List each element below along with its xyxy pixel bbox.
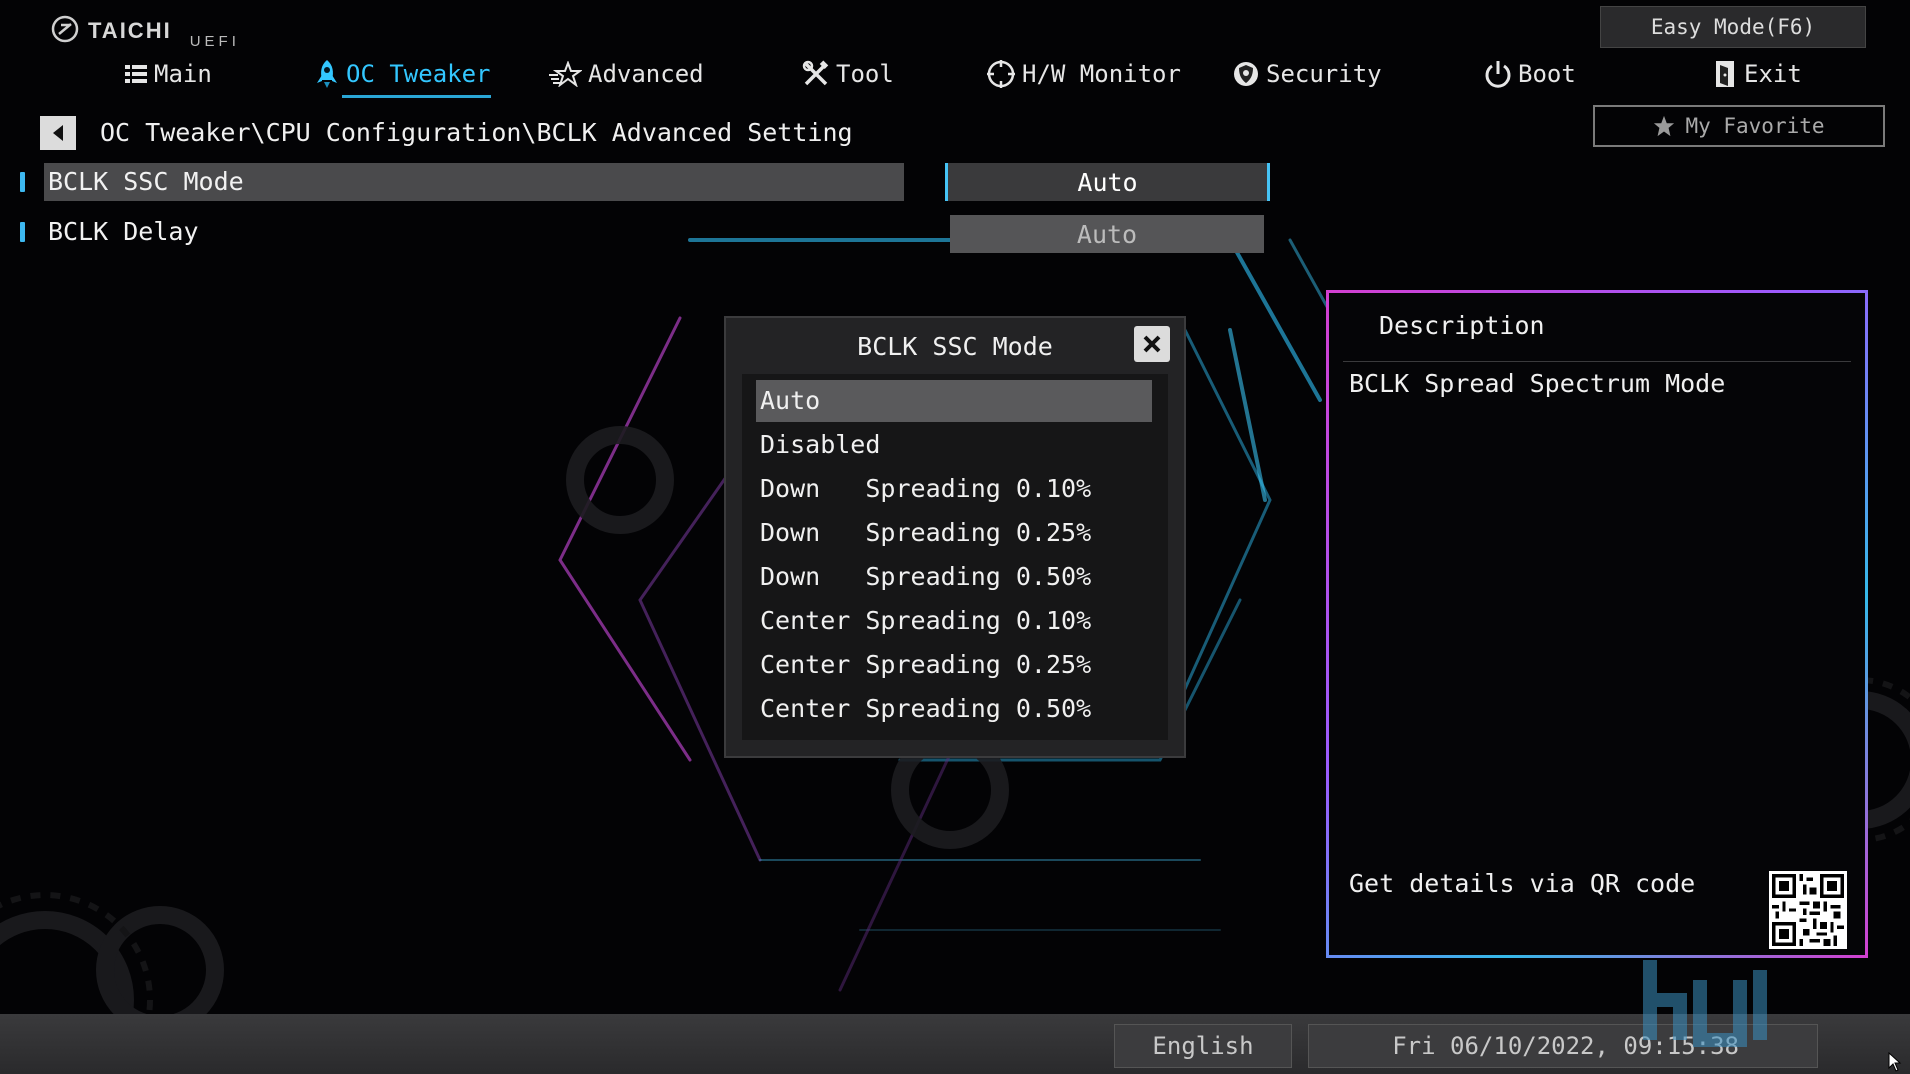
tools-icon (802, 60, 829, 86)
rocket-icon (317, 60, 337, 88)
description-text: BCLK Spread Spectrum Mode (1349, 369, 1726, 398)
shield-icon (1234, 62, 1258, 86)
taichi-logo-icon (51, 15, 79, 43)
mouse-cursor-icon (1888, 1052, 1902, 1072)
main-nav: Main OC Tweaker Advanced Tool H/W Monito… (0, 56, 1910, 98)
easy-mode-button[interactable]: Easy Mode(F6) (1600, 6, 1866, 48)
option-popup: BCLK SSC Mode Auto Disabled Down Spreadi… (724, 316, 1186, 758)
description-panel: Description BCLK Spread Spectrum Mode Ge… (1326, 290, 1868, 958)
option-item[interactable]: Auto (756, 380, 1152, 422)
uefi-screen: TAICHI UEFI Easy Mode(F6) Main OC Tweake… (0, 0, 1910, 1074)
exit-icon (1716, 61, 1734, 87)
arrow-left-icon (53, 125, 63, 141)
tab-hw-monitor-label: H/W Monitor (1022, 60, 1181, 88)
star-icon (1654, 115, 1675, 137)
close-icon (1143, 335, 1161, 353)
list-icon (125, 65, 147, 83)
tab-security-label: Security (1266, 60, 1382, 88)
qr-code (1769, 871, 1847, 949)
tab-boot[interactable]: Boot (1484, 56, 1576, 92)
tab-security[interactable]: Security (1232, 56, 1382, 92)
tab-advanced[interactable]: Advanced (548, 56, 704, 92)
description-title: Description (1379, 311, 1545, 340)
row-marker (20, 222, 25, 242)
tab-oc-tweaker[interactable]: OC Tweaker (314, 56, 491, 98)
tab-exit[interactable]: Exit (1714, 56, 1802, 92)
brand-logo: TAICHI UEFI (50, 14, 240, 50)
tab-tool[interactable]: Tool (802, 56, 894, 92)
back-button[interactable] (40, 116, 76, 150)
logo-sub-text: UEFI (189, 33, 240, 50)
tab-oc-tweaker-label: OC Tweaker (346, 60, 491, 88)
option-item[interactable]: Center Spreading 0.25% (756, 644, 1152, 686)
power-icon (1485, 61, 1511, 88)
star-icon (549, 61, 582, 87)
logo-brand-text: TAICHI (88, 18, 172, 43)
language-button[interactable]: English (1114, 1024, 1292, 1068)
tab-main-label: Main (154, 60, 212, 88)
watermark-logo (1643, 960, 1767, 1047)
setting-value-bclk-ssc-mode[interactable]: Auto (945, 163, 1270, 201)
setting-value-bclk-delay[interactable]: Auto (950, 215, 1264, 253)
option-list: Auto Disabled Down Spreading 0.10% Down … (742, 374, 1168, 740)
tab-hw-monitor[interactable]: H/W Monitor (986, 56, 1181, 92)
tab-exit-label: Exit (1744, 60, 1802, 88)
popup-close-button[interactable] (1134, 326, 1170, 362)
qr-code-icon (1772, 874, 1844, 946)
option-item[interactable]: Center Spreading 0.50% (756, 688, 1152, 730)
my-favorite-label: My Favorite (1685, 114, 1825, 138)
my-favorite-button[interactable]: My Favorite (1593, 105, 1885, 147)
option-item[interactable]: Disabled (756, 424, 1152, 466)
setting-row-bclk-ssc-mode[interactable]: BCLK SSC Mode (20, 163, 904, 201)
tab-main[interactable]: Main (124, 56, 212, 92)
row-marker (20, 172, 25, 192)
tab-advanced-label: Advanced (588, 60, 704, 88)
setting-label: BCLK SSC Mode (44, 163, 904, 201)
monitor-icon (987, 60, 1015, 88)
tab-boot-label: Boot (1518, 60, 1576, 88)
qr-caption: Get details via QR code (1349, 869, 1696, 898)
option-item[interactable]: Down Spreading 0.10% (756, 468, 1152, 510)
option-item[interactable]: Down Spreading 0.50% (756, 556, 1152, 598)
option-item[interactable]: Center Spreading 0.10% (756, 600, 1152, 642)
setting-label: BCLK Delay (48, 217, 199, 246)
option-item[interactable]: Down Spreading 0.25% (756, 512, 1152, 554)
description-divider (1343, 361, 1851, 362)
breadcrumb: OC Tweaker\CPU Configuration\BCLK Advanc… (100, 118, 853, 147)
setting-row-bclk-delay[interactable]: BCLK Delay (20, 213, 199, 251)
popup-title: BCLK SSC Mode (857, 331, 1053, 361)
tab-tool-label: Tool (836, 60, 894, 88)
